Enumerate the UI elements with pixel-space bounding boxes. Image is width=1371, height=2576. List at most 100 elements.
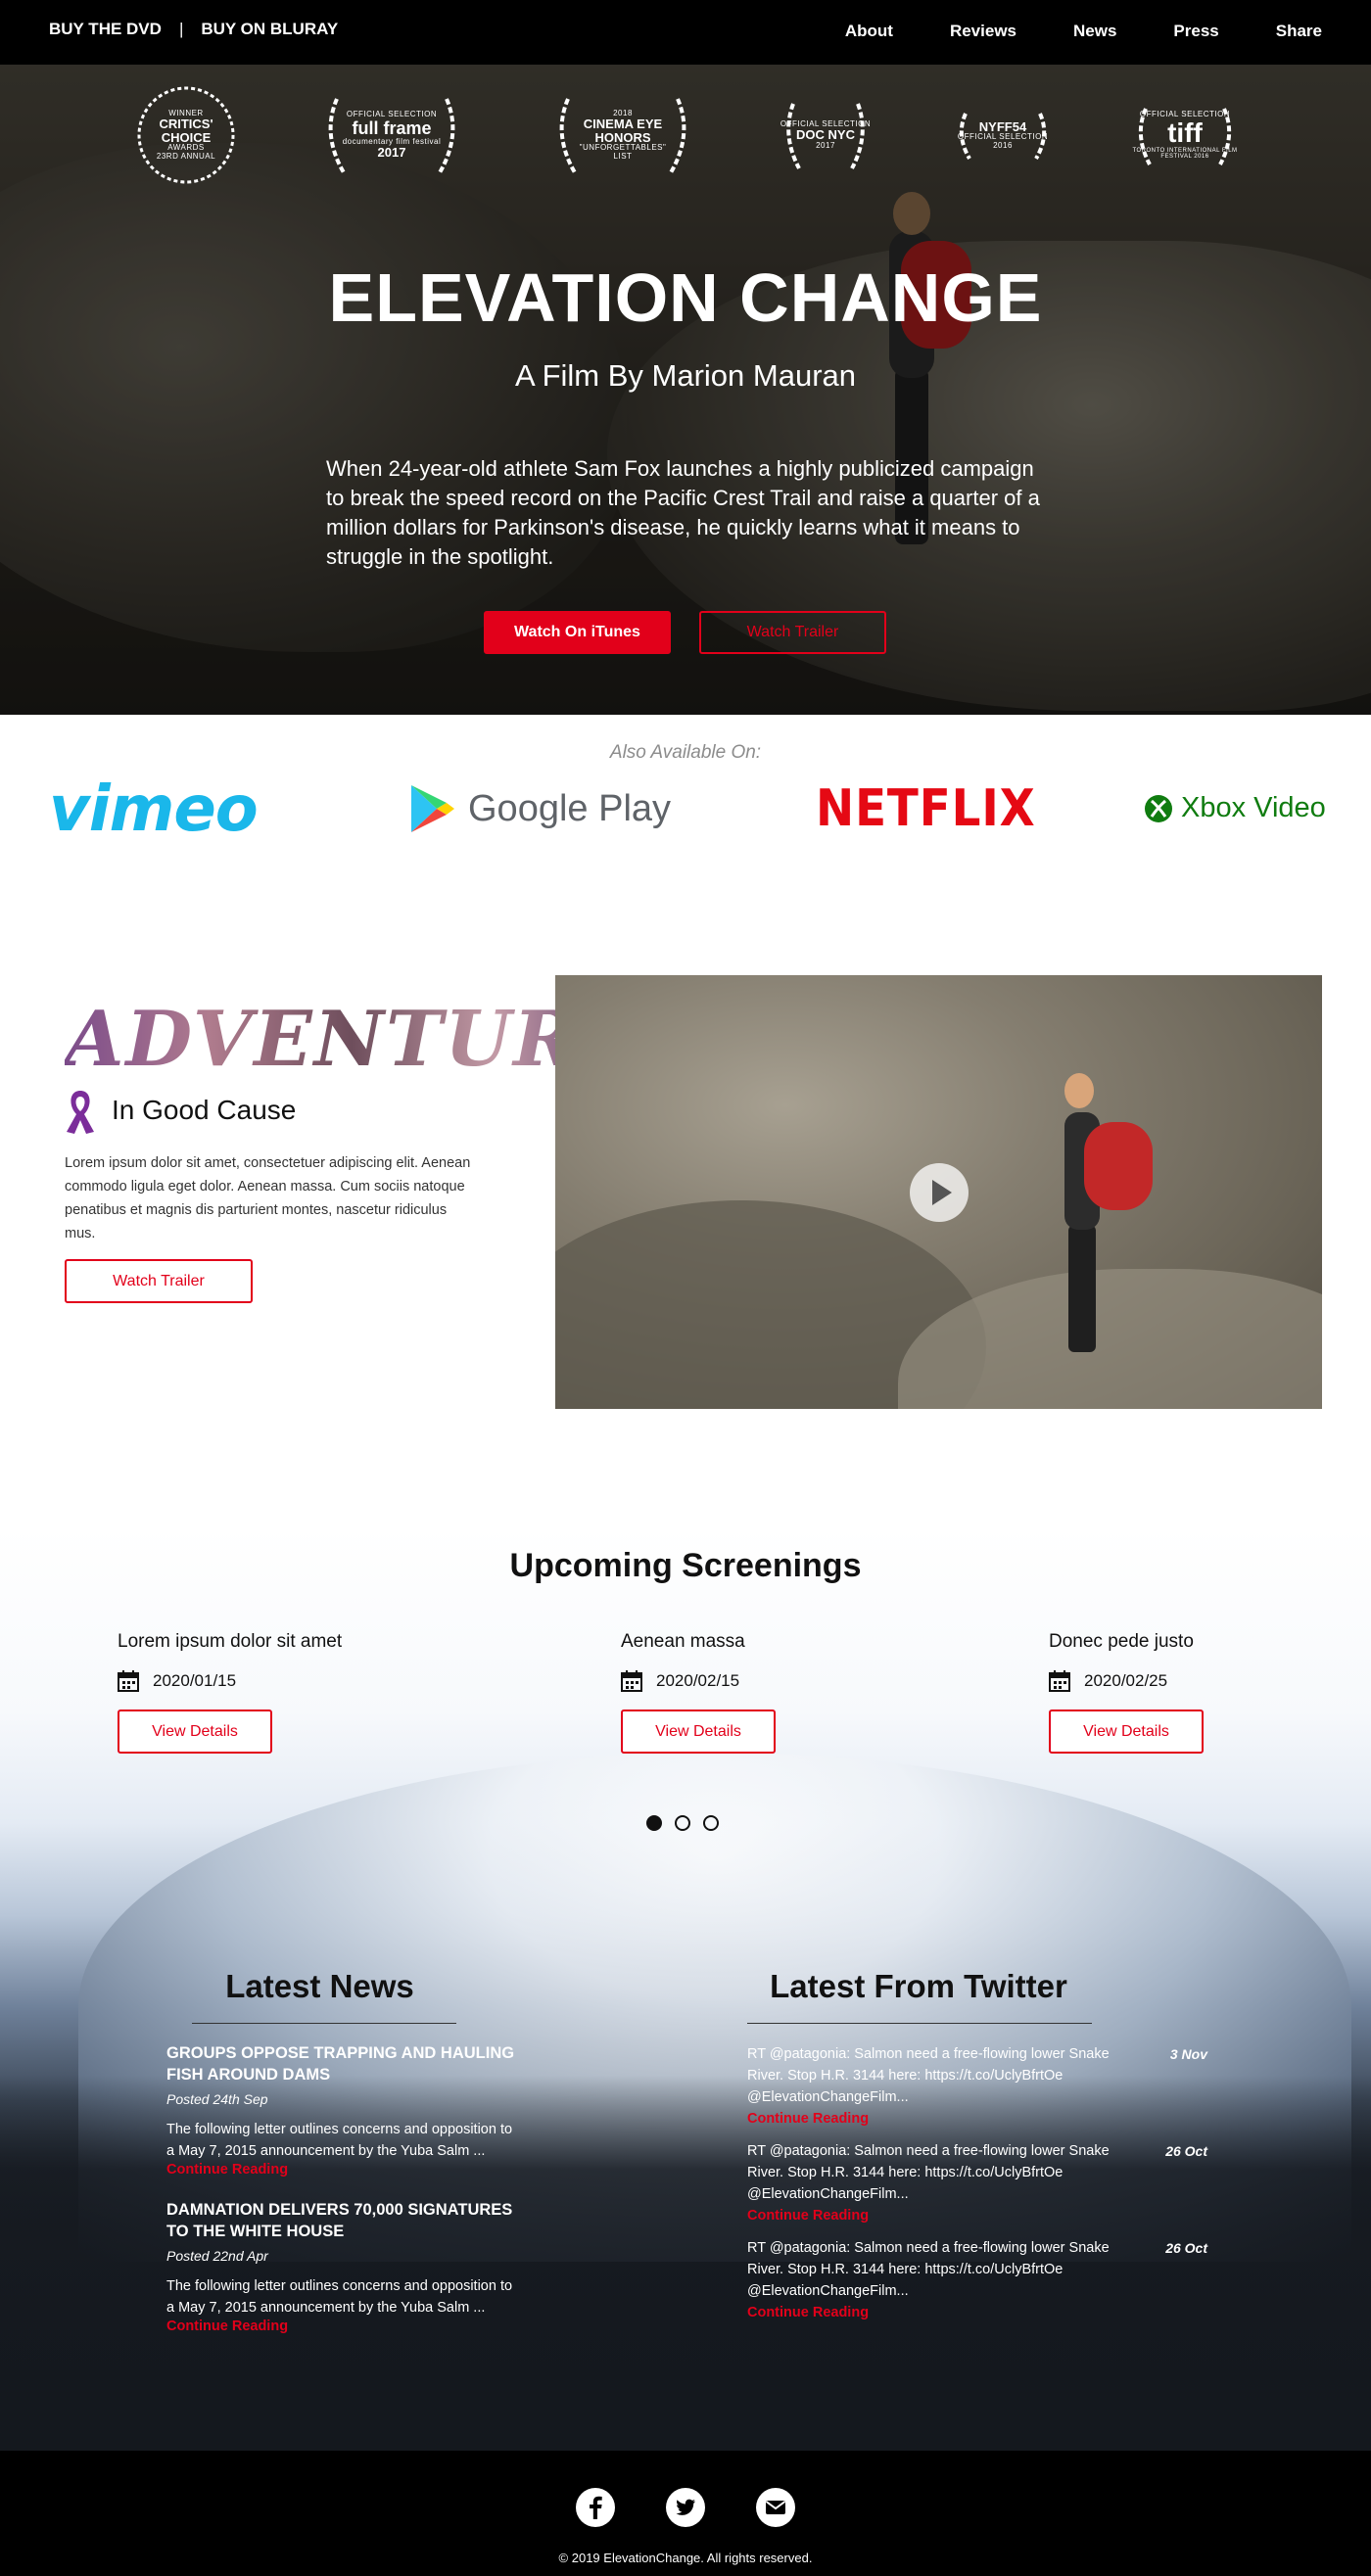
laurel-text: 2017	[816, 140, 835, 150]
laurel-nyff: NYFF54 OFFICIAL SELECTION 2016	[952, 84, 1054, 186]
news-date: Posted 22nd Apr	[166, 2248, 268, 2264]
carousel-dot-1[interactable]	[646, 1815, 662, 1831]
nav-reviews[interactable]: Reviews	[950, 22, 1016, 41]
social-links	[0, 2488, 1371, 2527]
laurel-tiff: OFFICIAL SELECTION tiff TORONTO INTERNAT…	[1132, 84, 1238, 186]
latest-twitter-heading: Latest From Twitter	[770, 1968, 1067, 2004]
film-subtitle: A Film By Marion Mauran	[515, 358, 856, 393]
tweet-text: RT @patagonia: Salmon need a free-flowin…	[747, 2240, 1110, 2299]
nav-press[interactable]: Press	[1173, 22, 1218, 41]
netflix-logo[interactable]: NETFLIX	[816, 779, 1036, 838]
news-excerpt: The following letter outlines concerns a…	[166, 2278, 513, 2316]
xbox-icon	[1145, 794, 1172, 822]
play-icon[interactable]	[910, 1163, 969, 1222]
carousel-dot-2[interactable]	[675, 1815, 690, 1831]
news-headline[interactable]: GROUPS OPPOSE TRAPPING AND HAULING FISH …	[166, 2042, 519, 2085]
laurel-text: OFFICIAL SELECTION 2016	[957, 132, 1049, 150]
copyright: © 2019 ElevationChange. All rights reser…	[558, 2551, 813, 2565]
festival-laurels: WINNER CRITICS' CHOICE AWARDS 23RD ANNUA…	[0, 84, 1371, 192]
screenings-heading: Upcoming Screenings	[509, 1547, 862, 1584]
laurel-text: CRITICS' CHOICE	[159, 117, 213, 145]
news-item: GROUPS OPPOSE TRAPPING AND HAULING FISH …	[166, 2042, 519, 2178]
nav-separator: |	[178, 20, 184, 38]
laurel-full-frame: OFFICIAL SELECTION full frame documentar…	[317, 84, 466, 186]
tweet-item: RT @patagonia: Salmon need a free-flowin…	[747, 2237, 1207, 2323]
screening-card: Lorem ipsum dolor sit amet 2020/01/15 Vi…	[118, 1631, 342, 1754]
continue-reading-link[interactable]: Continue Reading	[747, 2108, 1207, 2130]
tweet-date: 26 Oct	[1165, 2143, 1207, 2159]
also-available-label: Also Available On:	[609, 742, 762, 763]
footer: © 2019 ElevationChange. All rights reser…	[0, 2451, 1371, 2576]
screening-date: 2020/02/25	[1084, 1671, 1168, 1690]
buy-dvd-link[interactable]: BUY THE DVD	[49, 20, 162, 39]
carousel-dot-3[interactable]	[703, 1815, 719, 1831]
trailer-video[interactable]	[555, 975, 1322, 1409]
laurel-text: full frame	[352, 117, 432, 138]
screening-name: Lorem ipsum dolor sit amet	[118, 1631, 343, 1652]
laurel-text: TORONTO INTERNATIONAL FILM FESTIVAL 2016	[1132, 147, 1238, 160]
news-divider	[192, 2023, 456, 2024]
vimeo-logo[interactable]: vimeo	[49, 773, 259, 846]
laurel-text: NYFF54	[978, 118, 1027, 134]
facebook-icon[interactable]	[576, 2488, 615, 2527]
screening-date: 2020/02/15	[656, 1671, 740, 1690]
tweet-text: RT @patagonia: Salmon need a free-flowin…	[747, 2046, 1110, 2105]
adventure-watch-trailer-button[interactable]: Watch Trailer	[65, 1259, 253, 1303]
laurel-cinema-eye: 2018 CINEMA EYE HONORS "UNFORGETTABLES" …	[548, 84, 697, 186]
calendar-icon	[621, 1670, 642, 1692]
google-play-icon	[411, 785, 454, 832]
laurel-text: CINEMA EYE HONORS	[583, 117, 663, 145]
screening-name: Aenean massa	[621, 1631, 745, 1652]
tweet-text: RT @patagonia: Salmon need a free-flowin…	[747, 2143, 1110, 2202]
awareness-ribbon-icon	[67, 1091, 94, 1134]
screening-date-row: 2020/02/15	[621, 1670, 776, 1692]
cause-heading: In Good Cause	[112, 1095, 297, 1125]
watch-itunes-button[interactable]: Watch On iTunes	[484, 611, 671, 654]
view-details-button[interactable]: View Details	[1049, 1710, 1204, 1754]
tweet-date: 26 Oct	[1165, 2240, 1207, 2256]
purchase-links: BUY THE DVD | BUY ON BLURAY	[49, 20, 338, 39]
laurel-text: 23RD ANNUAL	[156, 151, 216, 161]
screening-date-row: 2020/01/15	[118, 1670, 342, 1692]
xbox-video-logo[interactable]: Xbox Video	[1144, 792, 1326, 824]
hero-watch-trailer-button[interactable]: Watch Trailer	[699, 611, 886, 654]
view-details-button[interactable]: View Details	[118, 1710, 272, 1754]
news-item: DAMNATION DELIVERS 70,000 SIGNATURES TO …	[166, 2199, 519, 2334]
nav-news[interactable]: News	[1073, 22, 1116, 41]
news-date: Posted 24th Sep	[166, 2091, 268, 2107]
laurel-text: "UNFORGETTABLES" LIST	[579, 143, 667, 161]
news-excerpt: The following letter outlines concerns a…	[166, 2122, 513, 2159]
screening-date: 2020/01/15	[153, 1671, 237, 1690]
nav-share[interactable]: Share	[1276, 22, 1322, 41]
google-play-label: Google Play	[468, 787, 672, 829]
continue-reading-link[interactable]: Continue Reading	[747, 2302, 1207, 2323]
email-icon[interactable]	[756, 2488, 795, 2527]
hero-section: WINNER CRITICS' CHOICE AWARDS 23RD ANNUA…	[0, 65, 1371, 715]
laurel-text: DOC NYC	[796, 127, 855, 143]
continue-reading-link[interactable]: Continue Reading	[166, 2318, 519, 2334]
laurel-critics-choice: WINNER CRITICS' CHOICE AWARDS 23RD ANNUA…	[135, 84, 237, 186]
continue-reading-link[interactable]: Continue Reading	[747, 2205, 1207, 2226]
buy-bluray-link[interactable]: BUY ON BLURAY	[201, 20, 338, 39]
top-nav: BUY THE DVD | BUY ON BLURAY About Review…	[0, 0, 1371, 65]
screening-name: Donec pede justo	[1049, 1631, 1194, 1652]
film-description: When 24-year-old athlete Sam Fox launche…	[326, 456, 1040, 569]
screening-card: Donec pede justo 2020/02/25 View Details	[1049, 1631, 1204, 1754]
laurel-text: tiff	[1167, 117, 1203, 149]
view-details-button[interactable]: View Details	[621, 1710, 776, 1754]
nav-about[interactable]: About	[845, 22, 893, 41]
screening-card: Aenean massa 2020/02/15 View Details	[621, 1631, 776, 1754]
google-play-logo[interactable]: Google Play	[409, 783, 671, 834]
xbox-video-label: Xbox Video	[1181, 792, 1326, 823]
news-headline[interactable]: DAMNATION DELIVERS 70,000 SIGNATURES TO …	[166, 2199, 519, 2242]
laurel-doc-nyc: OFFICIAL SELECTION DOC NYC 2017	[780, 84, 872, 186]
continue-reading-link[interactable]: Continue Reading	[166, 2162, 519, 2178]
carousel-pagination	[646, 1815, 719, 1831]
latest-news-heading: Latest News	[225, 1968, 414, 2004]
twitter-icon[interactable]	[666, 2488, 705, 2527]
adventure-heading: ADVENTURE	[65, 995, 639, 1084]
adventure-text: Lorem ipsum dolor sit amet, consectetuer…	[65, 1155, 471, 1241]
twitter-divider	[747, 2023, 1092, 2024]
calendar-icon	[1049, 1670, 1070, 1692]
calendar-icon	[118, 1670, 139, 1692]
